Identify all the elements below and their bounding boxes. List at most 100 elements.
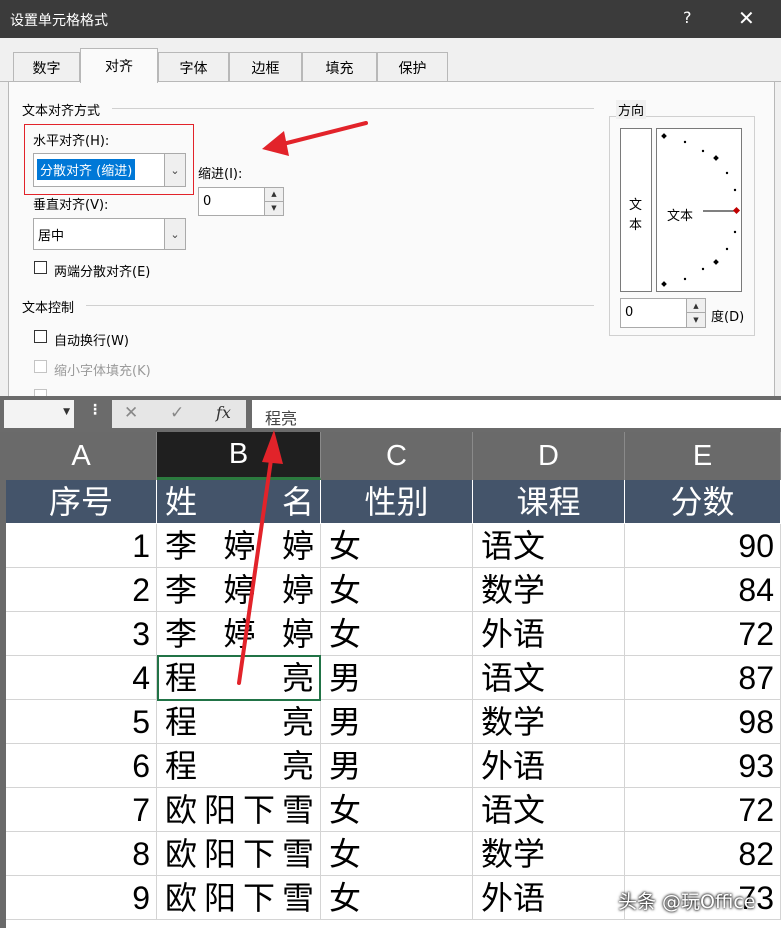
more-options-icon[interactable]: ⋮ (88, 402, 102, 418)
cell-name[interactable]: 李婷婷 (157, 612, 321, 655)
spin-down-icon[interactable]: ▼ (687, 313, 705, 327)
cell-course[interactable]: 数学 (473, 700, 625, 743)
text-control-section-label: 文本控制 (22, 301, 75, 316)
cell-no[interactable]: 5 (6, 700, 157, 743)
cell-gender[interactable]: 女 (321, 788, 473, 831)
chevron-down-icon[interactable]: ⌄ (164, 154, 185, 186)
cell-no[interactable]: 8 (6, 832, 157, 875)
spin-up-icon[interactable]: ▲ (687, 299, 705, 313)
cell-no[interactable]: 7 (6, 788, 157, 831)
justify-distributed-checkbox[interactable] (34, 261, 47, 274)
cancel-icon[interactable]: ✕ (124, 403, 138, 423)
cell-score[interactable]: 72 (625, 788, 781, 831)
cell-no[interactable]: 3 (6, 612, 157, 655)
column-header-a[interactable]: A (6, 432, 157, 480)
cell-name[interactable]: 程亮 (157, 744, 321, 787)
wrap-text-checkbox[interactable] (34, 330, 47, 343)
vertical-text-button[interactable]: 文 本 (620, 128, 652, 292)
tab-alignment[interactable]: 对齐 (80, 48, 158, 83)
cell-course[interactable]: 外语 (473, 876, 625, 919)
column-header-c[interactable]: C (321, 432, 473, 480)
header-name-part: 名 (281, 483, 314, 521)
spreadsheet-area: ▼ ⋮ ✕ ✓ fx 程亮 ABCDE 序号姓名性别 课程 分数 1 李婷婷女语文 90 2… (0, 396, 781, 928)
vertical-align-select[interactable]: 居中 ⌄ (33, 218, 186, 250)
cell-gender[interactable]: 男 (321, 700, 473, 743)
cell-score[interactable]: 82 (625, 832, 781, 875)
tab-protection[interactable]: 保护 (377, 52, 448, 82)
insert-function-button[interactable]: fx (216, 403, 231, 422)
tab-font[interactable]: 字体 (158, 52, 229, 82)
cell-name[interactable]: 程亮 (157, 656, 321, 699)
cell-gender[interactable]: 女 (321, 876, 473, 919)
cell-gender[interactable]: 女 (321, 832, 473, 875)
cell-name[interactable]: 欧阳下雪 (157, 788, 321, 831)
cell-course[interactable]: 数学 (473, 568, 625, 611)
shrink-to-fit-checkbox[interactable] (34, 360, 47, 373)
cell-name[interactable]: 程亮 (157, 700, 321, 743)
cell-score[interactable]: 84 (625, 568, 781, 611)
name-char: 亮 (281, 659, 314, 697)
cell-course[interactable]: 外语 (473, 744, 625, 787)
cell-name[interactable]: 李婷婷 (157, 568, 321, 611)
cell-no[interactable]: 6 (6, 744, 157, 787)
table-row: 5 程亮男数学 98 (6, 700, 781, 744)
table-row: 1 李婷婷女语文 90 (6, 524, 781, 568)
cell-gender[interactable]: 女 (321, 612, 473, 655)
column-header-e[interactable]: E (625, 432, 781, 480)
column-header-d[interactable]: D (473, 432, 625, 480)
header-cell-no[interactable]: 序号 (6, 480, 157, 523)
close-icon[interactable]: ✕ (738, 6, 755, 30)
cell-gender[interactable]: 女 (321, 524, 473, 567)
cell-gender[interactable]: 男 (321, 656, 473, 699)
cell-course[interactable]: 语文 (473, 524, 625, 567)
header-cell-gender[interactable]: 性别 (321, 480, 473, 523)
cell-course[interactable]: 外语 (473, 612, 625, 655)
name-char: 程 (165, 747, 198, 785)
horizontal-align-select[interactable]: 分散对齐 (缩进) ⌄ (33, 153, 186, 187)
header-cell-score[interactable]: 分数 (625, 480, 781, 523)
cell-no[interactable]: 9 (6, 876, 157, 919)
help-icon[interactable]: ? (683, 8, 692, 27)
cell-score[interactable]: 90 (625, 524, 781, 567)
cell-name[interactable]: 欧阳下雪 (157, 876, 321, 919)
vertical-text-char-1: 文 (629, 198, 643, 213)
tab-border[interactable]: 边框 (229, 52, 302, 82)
column-header-b[interactable]: B (157, 432, 321, 480)
indent-spinner[interactable]: 0 ▲ ▼ (198, 187, 284, 216)
cell-gender[interactable]: 男 (321, 744, 473, 787)
cell-score[interactable]: 98 (625, 700, 781, 743)
header-cell-name[interactable]: 姓名 (157, 480, 321, 523)
cell-score[interactable]: 93 (625, 744, 781, 787)
cell-name[interactable]: 李婷婷 (157, 524, 321, 567)
tab-number[interactable]: 数字 (13, 52, 80, 82)
cell-course[interactable]: 数学 (473, 832, 625, 875)
name-box[interactable]: ▼ (4, 400, 74, 428)
cell-no[interactable]: 2 (6, 568, 157, 611)
cell-no[interactable]: 1 (6, 524, 157, 567)
cell-score[interactable]: 87 (625, 656, 781, 699)
degree-spinner[interactable]: 0 ▲ ▼ (620, 298, 706, 328)
name-char: 阳 (203, 879, 236, 917)
cell-score[interactable]: 72 (625, 612, 781, 655)
formula-input[interactable]: 程亮 (252, 400, 781, 428)
name-char: 雪 (281, 879, 314, 917)
chevron-down-icon[interactable]: ▼ (63, 407, 70, 417)
orientation-dial[interactable]: 文本 (656, 128, 742, 292)
tab-fill[interactable]: 填充 (302, 52, 377, 82)
cell-name[interactable]: 欧阳下雪 (157, 832, 321, 875)
spin-up-icon[interactable]: ▲ (265, 188, 283, 202)
cell-course[interactable]: 语文 (473, 656, 625, 699)
dialog-title: 设置单元格格式 (10, 13, 108, 29)
cell-course[interactable]: 语文 (473, 788, 625, 831)
name-char: 亮 (281, 747, 314, 785)
cell-gender[interactable]: 女 (321, 568, 473, 611)
header-cell-course[interactable]: 课程 (473, 480, 625, 523)
wrap-text-label: 自动换行(W) (54, 334, 129, 349)
sheet-grid[interactable]: ABCDE 序号姓名性别 课程 分数 1 李婷婷女语文 90 2 李婷婷女数学 84 3 李婷婷女外… (0, 432, 781, 928)
enter-icon[interactable]: ✓ (170, 403, 184, 423)
merge-cells-checkbox[interactable] (34, 389, 47, 396)
chevron-down-icon[interactable]: ⌄ (164, 219, 185, 249)
cell-no[interactable]: 4 (6, 656, 157, 699)
spin-down-icon[interactable]: ▼ (265, 201, 283, 215)
name-char: 欧 (165, 879, 198, 917)
